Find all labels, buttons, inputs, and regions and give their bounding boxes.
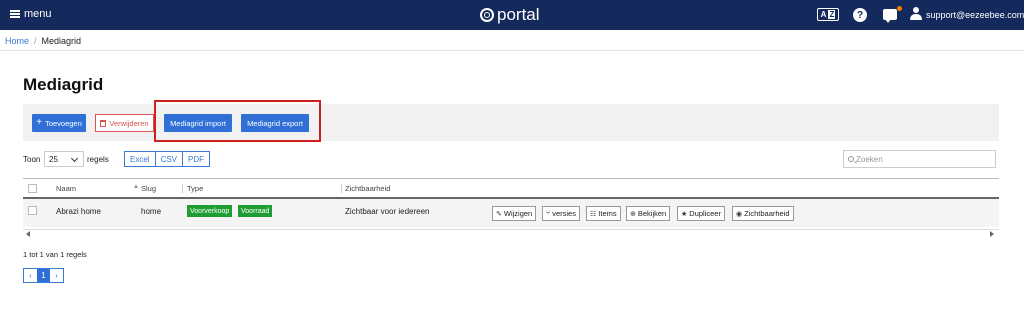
scroll-right-arrow-icon[interactable]	[990, 231, 994, 237]
duplicate-button[interactable]: ★ Dupliceer	[677, 206, 725, 221]
versions-button-label: versies	[552, 209, 576, 218]
search-box	[843, 150, 996, 168]
select-all-checkbox[interactable]	[28, 184, 37, 193]
type-badge: Voorverkoop	[187, 205, 233, 217]
search-icon	[848, 156, 854, 162]
add-button-label: Toevoegen	[45, 118, 82, 128]
chevron-down-icon	[70, 154, 79, 163]
items-button[interactable]: ☷ Items	[586, 206, 621, 221]
hamburger-icon	[10, 10, 20, 18]
type-badge: Voorraad	[238, 205, 273, 217]
translate-icon-z: Z	[828, 10, 836, 19]
table-top-border	[23, 178, 999, 179]
translate-icon[interactable]: A Z	[817, 8, 839, 21]
branch-icon: ⑂	[546, 210, 551, 217]
user-icon[interactable]	[910, 7, 922, 21]
export-button-group: Excel CSV PDF	[124, 151, 211, 167]
sitemap-icon: ☷	[590, 210, 597, 218]
star-icon: ★	[681, 210, 688, 218]
portal-logo[interactable]: portal	[480, 5, 540, 25]
chat-icon[interactable]	[883, 9, 897, 23]
column-header-type[interactable]: Type	[187, 184, 203, 193]
length-label-after: regels	[87, 155, 109, 164]
column-header-naam[interactable]: Naam	[56, 184, 76, 193]
help-icon[interactable]: ?	[853, 8, 867, 22]
view-button-label: Bekijken	[637, 209, 667, 218]
highlight-annotation-box	[154, 100, 321, 142]
length-label-before: Toon	[23, 155, 41, 164]
edit-button[interactable]: ✎ Wijzigen	[492, 206, 537, 221]
export-excel-button[interactable]: Excel	[125, 152, 156, 166]
versions-button[interactable]: ⑂ versies	[542, 206, 580, 221]
eye-icon: ◉	[736, 210, 743, 218]
breadcrumb-separator: /	[34, 36, 37, 46]
pagination: ‹ 1 ›	[23, 268, 64, 283]
horizontal-scrollbar[interactable]	[23, 229, 999, 239]
cell-zichtbaarheid: Zichtbaar voor iedereen	[345, 207, 430, 216]
plus-icon: +	[36, 117, 43, 128]
items-button-label: Items	[598, 209, 617, 218]
breadcrumb-divider	[0, 50, 1024, 51]
add-button[interactable]: + Toevoegen	[32, 114, 86, 132]
column-header-zichtbaarheid[interactable]: Zichtbaarheid	[345, 184, 390, 193]
page-button-current[interactable]: 1	[37, 269, 50, 282]
column-header-slug[interactable]: Slug	[141, 184, 156, 193]
column-separator	[341, 184, 342, 193]
menu-label: menu	[24, 8, 52, 20]
column-separator	[182, 184, 183, 193]
visibility-button[interactable]: ◉ Zichtbaarheid	[732, 206, 794, 221]
translate-icon-a: A	[820, 10, 827, 19]
cell-slug: home	[141, 207, 162, 216]
portal-logo-icon	[480, 8, 494, 22]
table-info: 1 tot 1 van 1 regels	[23, 250, 87, 259]
duplicate-button-label: Dupliceer	[689, 209, 721, 218]
rows-per-page-select[interactable]: 25	[44, 151, 84, 167]
user-email[interactable]: support@eezeebee.com	[926, 10, 1024, 20]
next-page-button[interactable]: ›	[50, 269, 63, 282]
cell-naam: Abrazi home	[56, 207, 101, 216]
sort-icon: ▲	[133, 184, 139, 190]
delete-button-label: Verwijderen	[109, 118, 149, 128]
rows-per-page-value: 25	[49, 154, 58, 164]
breadcrumb-home[interactable]: Home	[5, 36, 29, 46]
brand-name: portal	[497, 5, 540, 24]
delete-button[interactable]: Verwijderen	[95, 114, 154, 132]
previous-page-button[interactable]: ‹	[24, 269, 37, 282]
edit-button-label: Wijzigen	[503, 209, 533, 218]
globe-icon: ⊕	[630, 210, 636, 218]
page-title: Mediagrid	[23, 75, 104, 94]
menu-button[interactable]: menu	[10, 8, 52, 20]
scroll-left-arrow-icon[interactable]	[26, 231, 30, 237]
export-csv-button[interactable]: CSV	[156, 152, 184, 166]
search-input[interactable]	[856, 154, 986, 164]
edit-icon: ✎	[496, 210, 502, 218]
breadcrumb-current: Mediagrid	[41, 36, 82, 46]
breadcrumb: Home / Mediagrid	[5, 36, 81, 46]
row-checkbox[interactable]	[28, 206, 37, 215]
export-pdf-button[interactable]: PDF	[183, 152, 209, 166]
view-button[interactable]: ⊕ Bekijken	[626, 206, 671, 221]
visibility-button-label: Zichtbaarheid	[744, 209, 790, 218]
trash-icon	[100, 119, 107, 127]
notification-dot	[897, 6, 902, 11]
